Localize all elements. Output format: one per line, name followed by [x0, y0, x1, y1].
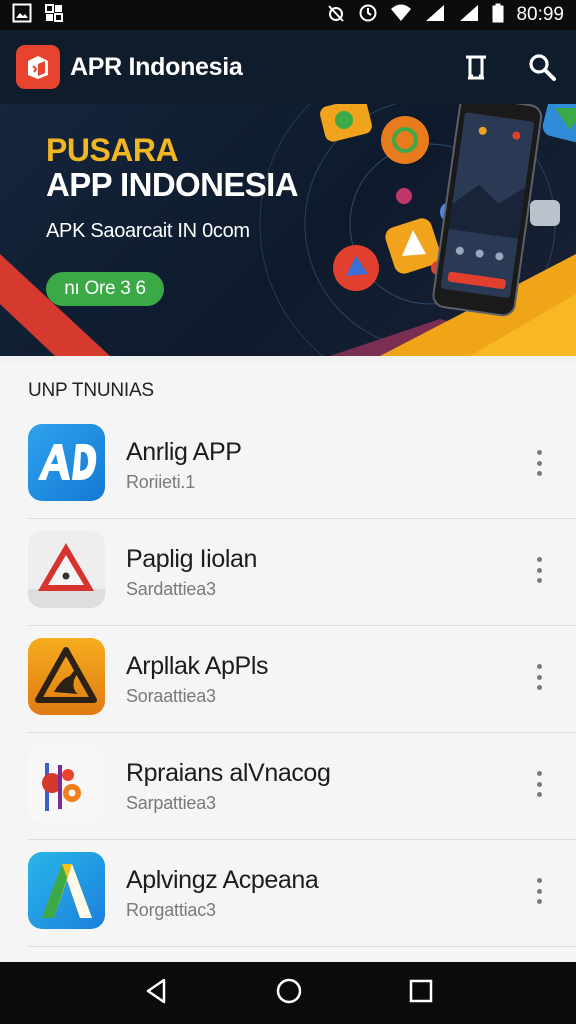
floating-app-icon: [333, 245, 379, 291]
recents-icon[interactable]: [408, 978, 434, 1009]
banner-kicker: PUSARA: [46, 132, 179, 168]
wifi-icon: [390, 3, 412, 28]
list-item[interactable]: Arpllak ApPls Soraattiea3: [0, 626, 576, 733]
app-subtitle: Soraattiea3: [126, 686, 216, 706]
battery-icon: [492, 3, 504, 28]
bookmark-icon[interactable]: [458, 49, 494, 85]
more-options-icon[interactable]: [526, 874, 552, 908]
home-icon[interactable]: [275, 977, 303, 1010]
app-subtitle: Sardattiea3: [126, 579, 216, 599]
navigation-bar: [0, 962, 576, 1024]
search-icon[interactable]: [524, 49, 560, 85]
list-item[interactable]: Paplig Iiolan Sardattiea3: [0, 519, 576, 626]
gears-app-icon: [28, 745, 105, 822]
warning-triangle-app-icon: [28, 531, 105, 608]
divider: [28, 946, 576, 947]
more-options-icon[interactable]: [526, 446, 552, 480]
banner-title: APP INDONESIA: [46, 166, 299, 203]
status-bar: 80:99: [0, 0, 576, 30]
signal-icon: [424, 3, 446, 28]
list-item[interactable]: Aplvingz Acpeana Rorgattiac3: [0, 840, 576, 947]
signal-icon: [458, 3, 480, 28]
status-time: 80:99: [516, 4, 564, 25]
image-icon: [12, 3, 32, 28]
section-title: UNP TNUNIAS: [28, 380, 154, 401]
list-item[interactable]: Anrlig APP Roriieti.1: [0, 412, 576, 519]
app-name: Paplig Iiolan: [126, 545, 258, 573]
more-options-icon[interactable]: [526, 553, 552, 587]
app-subtitle: Sarpattiea3: [126, 793, 216, 813]
app-logo-icon: [16, 45, 60, 89]
app-title: APR Indonesia: [70, 52, 243, 81]
app-subtitle: Roriieti.1: [126, 472, 196, 492]
floating-app-icon: [320, 104, 372, 142]
letter-a-app-icon: [28, 852, 105, 929]
app-name: Rpraians alVnacog: [126, 759, 331, 787]
app-name: Aplvingz Acpeana: [126, 866, 319, 894]
grid-icon: [44, 3, 64, 28]
app-name: Arpllak ApPls: [126, 652, 269, 680]
floating-app-icon: [381, 116, 429, 164]
hazard-app-icon: [28, 638, 105, 715]
promo-banner[interactable]: PUSARA APP INDONESIA APK Saoarcait IN 0c…: [0, 104, 576, 356]
app-list-card: UNP TNUNIAS Anrlig APP Roriieti.1 Paplig…: [0, 362, 576, 962]
banner-button[interactable]: nı Ore 3 6: [46, 272, 164, 306]
back-icon[interactable]: [142, 977, 170, 1010]
ad-app-icon: [28, 424, 105, 501]
list-item[interactable]: Rpraians alVnacog Sarpattiea3: [0, 733, 576, 840]
app-name: Anrlig APP: [126, 438, 242, 466]
more-options-icon[interactable]: [526, 767, 552, 801]
app-bar: APR Indonesia: [0, 30, 576, 104]
floating-app-icon: [542, 104, 576, 144]
banner-subtitle: APK Saoarcait IN 0com: [46, 220, 250, 242]
app-subtitle: Rorgattiac3: [126, 900, 216, 920]
floating-app-icon: [530, 200, 560, 226]
clock-icon: [358, 3, 378, 28]
more-options-icon[interactable]: [526, 660, 552, 694]
alarm-off-icon: [326, 3, 346, 28]
